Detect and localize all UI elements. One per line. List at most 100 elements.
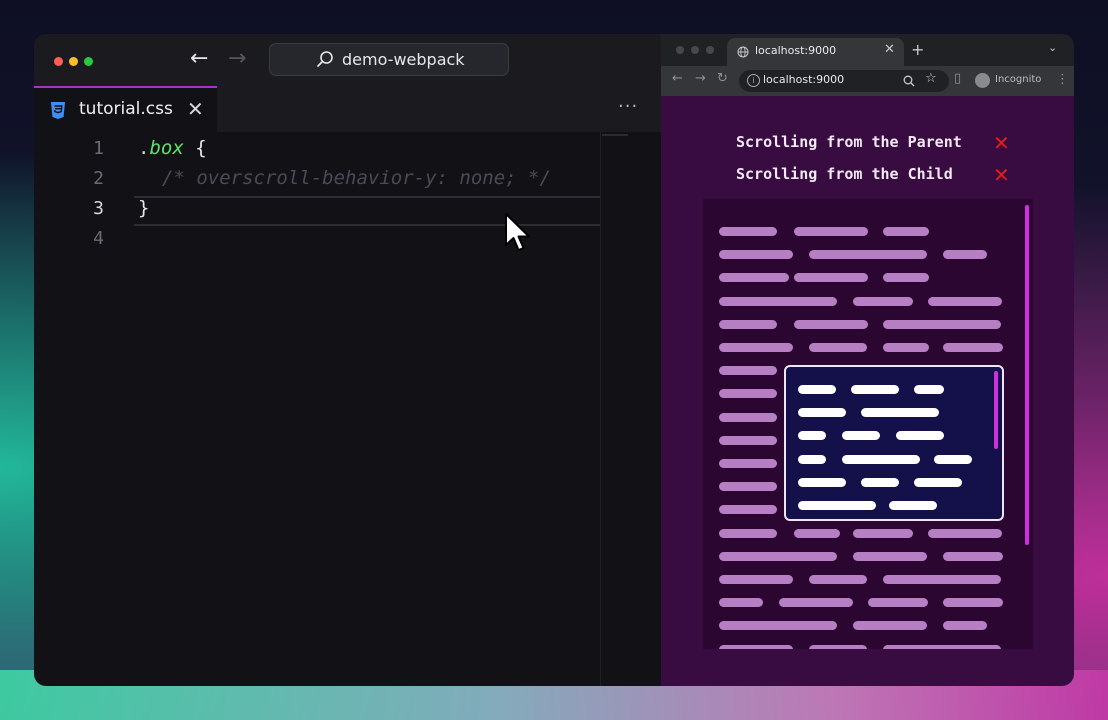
parent-text-line <box>719 227 777 236</box>
address-bar[interactable]: i localhost:9000 <box>739 70 949 92</box>
parent-text-line <box>719 482 777 492</box>
child-text-line <box>851 385 899 394</box>
parent-text-line <box>779 598 853 608</box>
more-icon[interactable]: ··· <box>618 96 638 117</box>
bookmark-star-icon[interactable]: ☆ <box>925 71 937 86</box>
code-area[interactable]: 1 2 3 4 .box { /* overscroll-behavior-y:… <box>34 132 661 686</box>
css-file-icon <box>51 102 65 119</box>
child-text-line <box>914 385 944 394</box>
code-line-2-comment: /* overscroll-behavior-y: none; */ <box>162 167 551 189</box>
child-scrollbar[interactable] <box>994 371 998 449</box>
browser-tabbar: localhost:9000 ✕ + ⌄ <box>661 34 1074 66</box>
status-label: Scrolling from the Parent <box>736 133 962 151</box>
child-text-line <box>861 477 899 487</box>
line-number: 2 <box>93 168 104 189</box>
open-brace: { <box>183 137 207 159</box>
parent-text-line <box>794 227 868 236</box>
parent-text-line <box>719 598 763 608</box>
browser-tab[interactable]: localhost:9000 ✕ <box>727 38 904 66</box>
minimize-window-button[interactable] <box>69 57 78 66</box>
child-text-line <box>861 408 939 418</box>
parent-text-line <box>943 551 1003 561</box>
zoom-icon[interactable] <box>903 75 915 87</box>
parent-text-line <box>943 598 1003 608</box>
parent-text-line <box>809 343 867 352</box>
search-text: demo-webpack <box>342 50 465 69</box>
parent-text-line <box>853 621 927 631</box>
tab-file-name: tutorial.css <box>79 99 173 119</box>
parent-text-line <box>719 435 777 445</box>
child-text-line <box>896 431 944 441</box>
parent-text-line <box>883 343 929 352</box>
child-text-line <box>798 408 846 418</box>
parent-text-line <box>928 296 1002 306</box>
browser-tab-title: localhost:9000 <box>755 44 837 57</box>
browser-minimize-button[interactable] <box>691 46 699 54</box>
parent-text-line <box>809 644 867 649</box>
parent-text-line <box>943 343 1003 352</box>
mouse-cursor-icon <box>505 213 530 251</box>
close-icon[interactable]: ✕ <box>187 97 204 121</box>
site-info-icon[interactable]: i <box>747 74 760 87</box>
tab-close-icon[interactable]: ✕ <box>884 42 895 57</box>
parent-text-line <box>853 528 913 538</box>
parent-text-line <box>719 319 777 329</box>
parent-text-line <box>719 621 837 631</box>
child-text-line <box>798 477 846 487</box>
parent-text-line <box>943 250 987 260</box>
child-scroll-container[interactable] <box>784 365 1004 521</box>
back-icon[interactable]: ← <box>672 71 683 86</box>
forward-icon[interactable]: → <box>695 71 706 86</box>
minimap-slider[interactable] <box>602 134 628 136</box>
parent-text-line <box>719 528 777 538</box>
browser-close-button[interactable] <box>676 46 684 54</box>
status-child-scroll: Scrolling from the Child ✕ <box>736 163 1010 187</box>
incognito-icon[interactable] <box>975 73 990 88</box>
parent-text-line <box>719 505 777 515</box>
parent-text-line <box>883 273 929 283</box>
parent-text-line <box>719 366 777 376</box>
chevron-down-icon[interactable]: ⌄ <box>1048 41 1057 54</box>
status-parent-scroll: Scrolling from the Parent ✕ <box>736 131 1010 155</box>
parent-text-line <box>794 273 868 283</box>
command-search-box[interactable]: demo-webpack <box>269 43 509 76</box>
tab-tutorial-css[interactable]: tutorial.css ✕ <box>34 86 217 132</box>
parent-text-line <box>719 644 793 649</box>
status-fail-icon: ✕ <box>993 131 1010 155</box>
globe-icon <box>737 46 749 58</box>
selector-name: box <box>149 137 184 159</box>
browser-maximize-button[interactable] <box>706 46 714 54</box>
browser-toolbar: ← → ↻ i localhost:9000 ☆ ▯ Incognito ⋮ <box>661 66 1074 96</box>
code-line-1: .box { <box>138 137 207 159</box>
parent-text-line <box>794 319 868 329</box>
parent-text-line <box>719 459 777 468</box>
editor-titlebar: ← → demo-webpack <box>34 34 661 86</box>
line-number: 3 <box>93 198 104 219</box>
url-text: localhost:9000 <box>763 73 845 86</box>
parent-text-line <box>883 644 1001 649</box>
child-text-line <box>889 501 937 510</box>
parent-text-line <box>719 296 837 306</box>
minimap-divider <box>600 132 601 686</box>
back-arrow-icon[interactable]: ← <box>190 46 208 71</box>
close-window-button[interactable] <box>54 57 63 66</box>
line-number: 1 <box>93 138 104 159</box>
child-text-line <box>842 431 880 441</box>
parent-text-line <box>719 575 793 584</box>
code-editor-window: ← → demo-webpack tutorial.css ✕ ··· 1 2 … <box>34 34 661 686</box>
parent-scroll-container[interactable] <box>703 199 1033 649</box>
kebab-menu-icon[interactable]: ⋮ <box>1056 72 1069 87</box>
forward-arrow-icon[interactable]: → <box>228 46 246 71</box>
child-text-line <box>914 477 962 487</box>
new-tab-icon[interactable]: + <box>911 40 924 59</box>
selector-dot: . <box>138 137 150 159</box>
parent-text-line <box>883 227 929 236</box>
maximize-window-button[interactable] <box>84 57 93 66</box>
parent-text-line <box>794 528 840 538</box>
parent-scrollbar[interactable] <box>1025 205 1029 545</box>
side-panel-icon[interactable]: ▯ <box>954 71 961 86</box>
parent-text-line <box>809 575 867 584</box>
parent-text-line <box>853 296 913 306</box>
reload-icon[interactable]: ↻ <box>717 71 728 86</box>
status-fail-icon: ✕ <box>993 163 1010 187</box>
